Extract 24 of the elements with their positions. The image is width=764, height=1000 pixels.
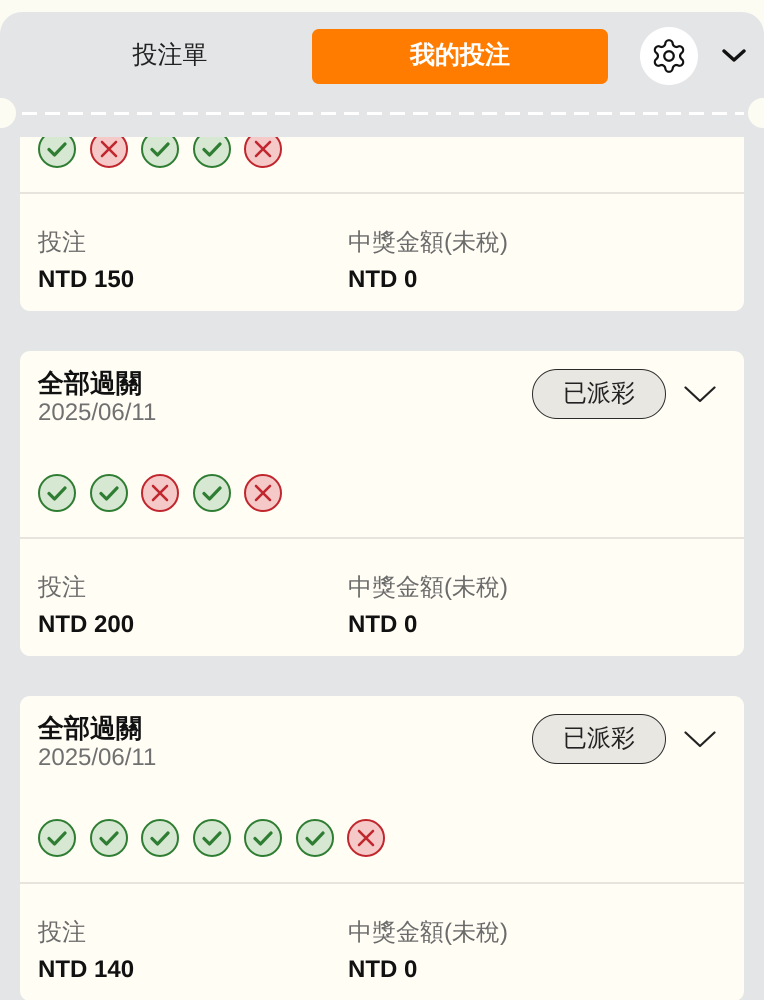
payout-label: 中獎金額(未稅) [348, 228, 509, 258]
chevron-down-icon [684, 730, 716, 748]
status-tag: 已派彩 [532, 369, 666, 419]
stake-label: 投注 [38, 918, 87, 948]
bet-date: 2025/06/11 [38, 743, 156, 773]
payout-amount: NTD 0 [348, 265, 418, 295]
ticket-notch-icon [0, 98, 16, 128]
payout-label: 中獎金額(未稅) [348, 918, 509, 948]
stake-label: 投注 [38, 228, 87, 258]
chevron-down-icon [722, 49, 746, 63]
stake-label: 投注 [38, 573, 87, 603]
bet-type-title: 全部過關 [38, 713, 143, 743]
bet-type-title: 全部過關 [38, 368, 143, 398]
payout-amount: NTD 0 [348, 955, 418, 985]
status-tag: 已派彩 [532, 714, 666, 764]
payout-amount: NTD 0 [348, 610, 418, 640]
payout-label: 中獎金額(未稅) [348, 573, 509, 603]
bet-date: 2025/06/11 [38, 398, 156, 428]
ticket-notch-icon [748, 98, 764, 128]
stake-amount: NTD 200 [38, 610, 136, 640]
chevron-down-icon [684, 386, 716, 402]
tab[interactable]: 投注單 [28, 28, 312, 84]
stake-amount: NTD 150 [38, 265, 136, 295]
stake-amount: NTD 140 [38, 955, 136, 985]
